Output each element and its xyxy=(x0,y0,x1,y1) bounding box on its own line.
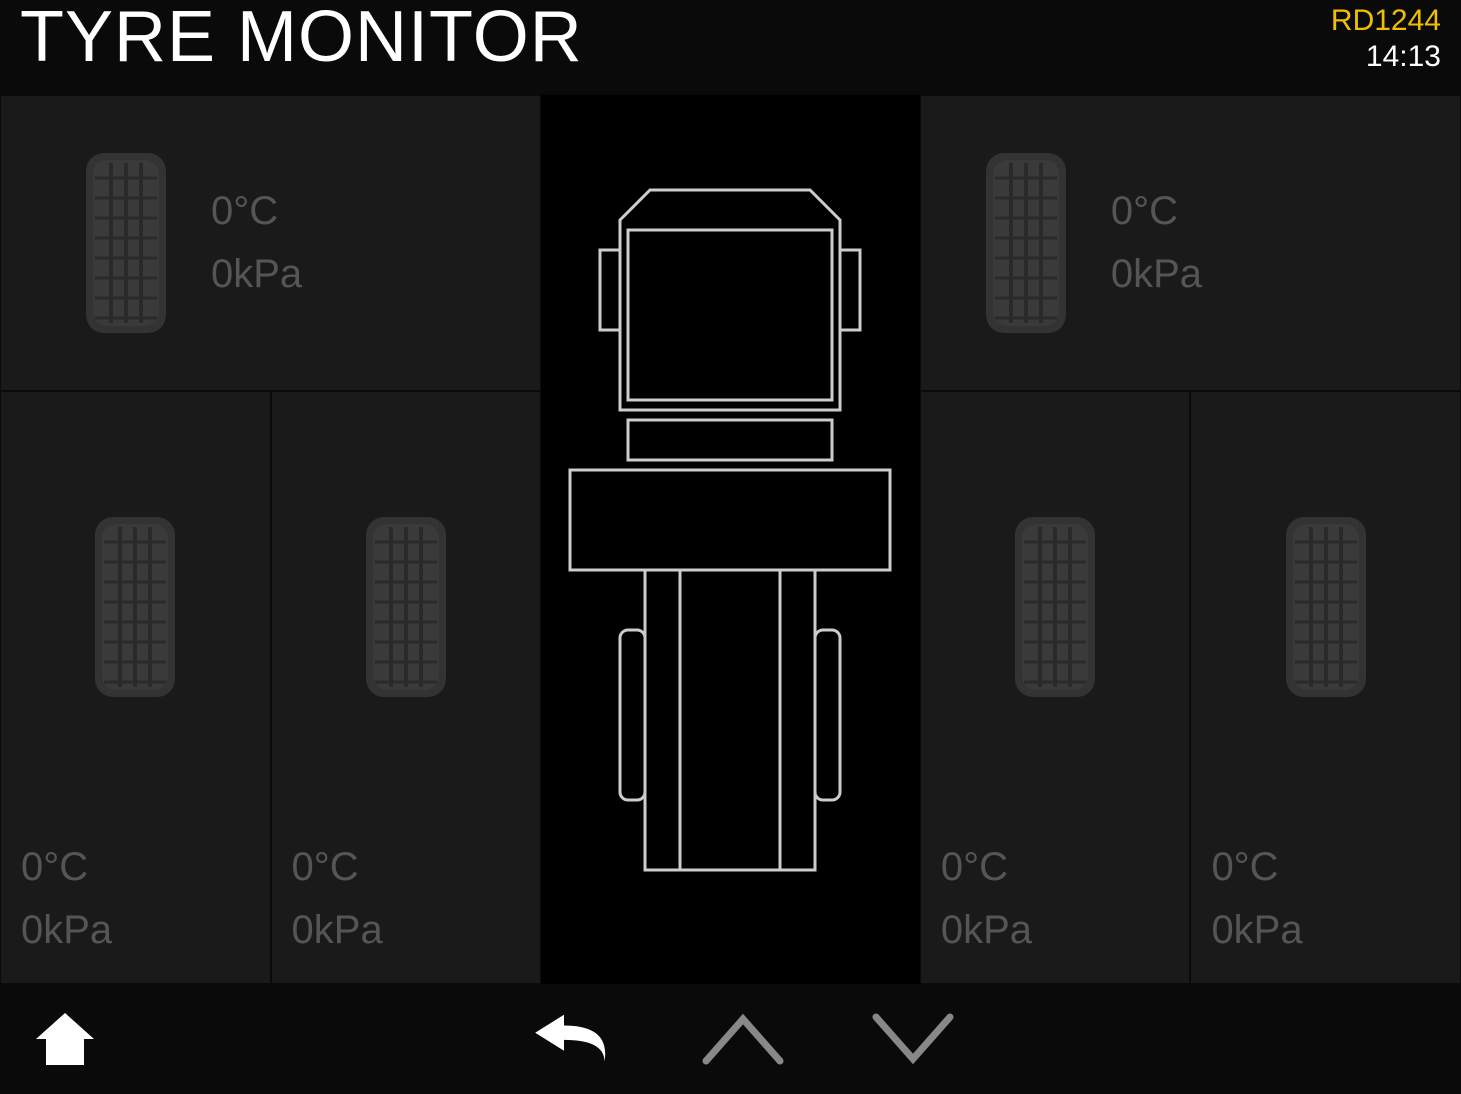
main-grid: 0°C 0kPa 0°C 0kPa xyxy=(0,95,1461,984)
tyre-panel-rear-inner-left: 0°C 0kPa xyxy=(271,391,542,984)
page-title: TYRE MONITOR xyxy=(20,0,583,76)
vehicle-id: RD1244 xyxy=(1331,4,1441,38)
pressure-value: 0kPa xyxy=(1111,252,1202,297)
back-button[interactable] xyxy=(528,1004,618,1074)
header: TYRE MONITOR RD1244 14:13 xyxy=(0,0,1461,95)
tyre-readings: 0°C 0kPa xyxy=(1111,189,1202,297)
down-button[interactable] xyxy=(868,1004,958,1074)
tyre-panel-front-left: 0°C 0kPa xyxy=(0,95,541,391)
pressure-value: 0kPa xyxy=(941,908,1032,953)
chevron-up-icon xyxy=(698,1009,788,1069)
temp-value: 0°C xyxy=(1211,845,1302,890)
back-arrow-icon xyxy=(528,1004,618,1074)
tyre-icon xyxy=(81,148,171,338)
vehicle-top-icon xyxy=(550,160,910,920)
temp-value: 0°C xyxy=(21,845,112,890)
footer-nav xyxy=(0,984,1461,1094)
tyre-readings: 0°C 0kPa xyxy=(921,845,1032,953)
pressure-value: 0kPa xyxy=(211,252,302,297)
header-right: RD1244 14:13 xyxy=(1331,0,1441,74)
tyre-panel-rear-outer-right: 0°C 0kPa xyxy=(1190,391,1461,984)
tyre-readings: 0°C 0kPa xyxy=(1,845,112,953)
tyre-readings: 0°C 0kPa xyxy=(272,845,383,953)
pressure-value: 0kPa xyxy=(1211,908,1302,953)
home-icon xyxy=(32,1009,98,1069)
pressure-value: 0kPa xyxy=(21,908,112,953)
tyre-panel-rear-inner-right: 0°C 0kPa xyxy=(920,391,1191,984)
tyre-monitor-screen: TYRE MONITOR RD1244 14:13 xyxy=(0,0,1461,1094)
tyre-icon xyxy=(1281,512,1371,702)
tyre-icon xyxy=(981,148,1071,338)
clock: 14:13 xyxy=(1331,40,1441,74)
home-button[interactable] xyxy=(20,1004,110,1074)
temp-value: 0°C xyxy=(941,845,1032,890)
tyre-panel-front-right: 0°C 0kPa xyxy=(920,95,1461,391)
pressure-value: 0kPa xyxy=(292,908,383,953)
tyre-icon xyxy=(90,512,180,702)
temp-value: 0°C xyxy=(211,189,302,234)
tyre-readings: 0°C 0kPa xyxy=(211,189,302,297)
temp-value: 0°C xyxy=(1111,189,1202,234)
tyre-icon xyxy=(361,512,451,702)
tyre-panel-rear-outer-left: 0°C 0kPa xyxy=(0,391,271,984)
vehicle-diagram xyxy=(541,95,920,984)
up-button[interactable] xyxy=(698,1004,788,1074)
tyre-readings: 0°C 0kPa xyxy=(1191,845,1302,953)
temp-value: 0°C xyxy=(292,845,383,890)
tyre-icon xyxy=(1010,512,1100,702)
chevron-down-icon xyxy=(868,1009,958,1069)
